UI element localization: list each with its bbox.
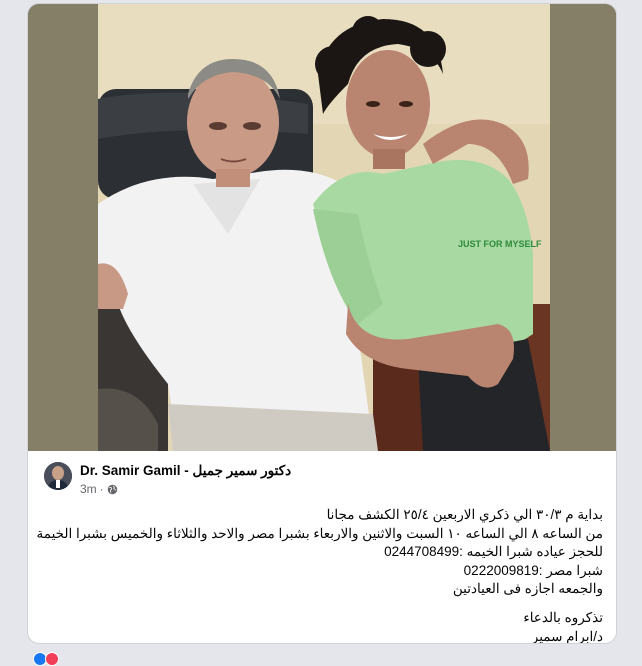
photo-illustration: JUST FOR MYSELF — [28, 4, 616, 451]
post-line: للحجز عياده شبرا الخيمه :0244708499 — [384, 544, 603, 560]
globe-icon[interactable] — [107, 484, 118, 495]
post-signature: د/ابرام سمير — [531, 628, 603, 644]
post-closing-line: تذكروه بالدعاء — [523, 609, 603, 625]
post-header: Dr. Samir Gamil - دكتور سمير جميل 3m · — [44, 462, 604, 502]
author-avatar[interactable] — [44, 462, 72, 490]
post-line: شبرا مصر :0222009819 — [463, 562, 603, 578]
post-card: JUST FOR MYSELF Dr. Samir Gamil - دكتور … — [27, 3, 617, 644]
post-time[interactable]: 3m — [80, 482, 97, 496]
avatar-image — [44, 462, 72, 490]
love-reaction-icon[interactable] — [45, 652, 59, 666]
post-body: بداية م ٣٠/٣ الي ذكري الاربعين ٢٥/٤ الكش… — [36, 506, 603, 644]
post-line: من الساعه ٨ الي الساعه ١٠ السبت والاثنين… — [36, 525, 603, 541]
author-name[interactable]: Dr. Samir Gamil - دكتور سمير جميل — [80, 463, 291, 479]
post-photo[interactable]: JUST FOR MYSELF — [28, 4, 616, 451]
post-line: بداية م ٣٠/٣ الي ذكري الاربعين ٢٥/٤ الكش… — [326, 507, 603, 522]
feed-background — [0, 648, 642, 657]
post-line: والجمعه اجازه فى العيادتين — [452, 581, 603, 597]
post-meta: 3m · — [80, 482, 118, 496]
meta-separator: · — [99, 482, 104, 496]
svg-text:JUST FOR MYSELF: JUST FOR MYSELF — [458, 239, 542, 249]
